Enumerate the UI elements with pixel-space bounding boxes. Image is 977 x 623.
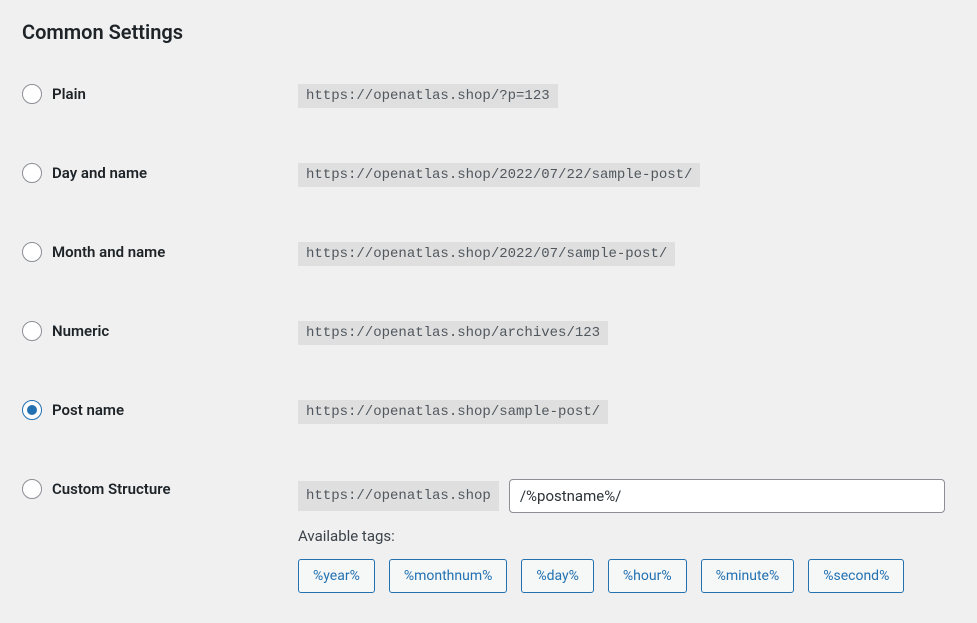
tags-row: %year% %monthnum% %day% %hour% %minute% …	[298, 559, 955, 593]
label-numeric[interactable]: Numeric	[52, 322, 109, 340]
sample-plain: https://openatlas.shop/?p=123	[298, 84, 558, 108]
tag-minute-button[interactable]: %minute%	[701, 559, 795, 593]
sample-post-name: https://openatlas.shop/sample-post/	[298, 400, 608, 424]
label-post-name[interactable]: Post name	[52, 401, 124, 419]
label-day-name[interactable]: Day and name	[52, 164, 147, 182]
available-tags-label: Available tags:	[298, 527, 955, 545]
label-month-name[interactable]: Month and name	[52, 243, 165, 261]
radio-post-name[interactable]	[22, 400, 42, 420]
radio-day-name[interactable]	[22, 163, 42, 183]
custom-structure-input[interactable]	[509, 479, 945, 513]
section-title: Common Settings	[22, 20, 955, 44]
option-row-month-name: Month and name https://openatlas.shop/20…	[22, 242, 955, 266]
sample-numeric: https://openatlas.shop/archives/123	[298, 321, 608, 345]
radio-numeric[interactable]	[22, 321, 42, 341]
tag-day-button[interactable]: %day%	[521, 559, 594, 593]
tag-second-button[interactable]: %second%	[808, 559, 904, 593]
option-row-plain: Plain https://openatlas.shop/?p=123	[22, 84, 955, 108]
option-row-post-name: Post name https://openatlas.shop/sample-…	[22, 400, 955, 424]
sample-month-name: https://openatlas.shop/2022/07/sample-po…	[298, 242, 675, 266]
label-plain[interactable]: Plain	[52, 85, 86, 103]
custom-prefix: https://openatlas.shop	[298, 481, 499, 511]
radio-custom[interactable]	[22, 479, 42, 499]
label-custom[interactable]: Custom Structure	[52, 480, 171, 498]
option-row-day-name: Day and name https://openatlas.shop/2022…	[22, 163, 955, 187]
radio-month-name[interactable]	[22, 242, 42, 262]
radio-plain[interactable]	[22, 84, 42, 104]
sample-day-name: https://openatlas.shop/2022/07/22/sample…	[298, 163, 700, 187]
tag-monthnum-button[interactable]: %monthnum%	[389, 559, 508, 593]
tag-hour-button[interactable]: %hour%	[608, 559, 687, 593]
option-row-numeric: Numeric https://openatlas.shop/archives/…	[22, 321, 955, 345]
tag-year-button[interactable]: %year%	[298, 559, 375, 593]
